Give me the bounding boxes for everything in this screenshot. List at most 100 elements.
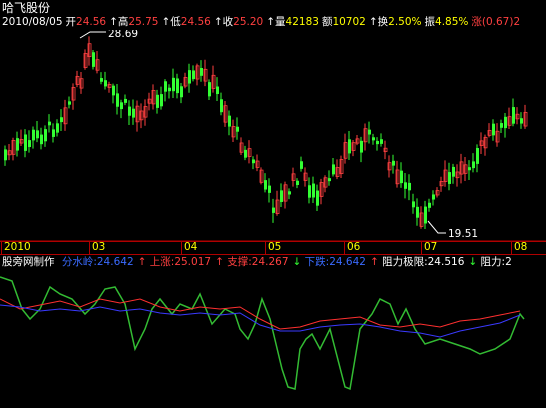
candle-body — [112, 85, 115, 96]
candle-body — [40, 134, 43, 145]
low-label: 低 — [170, 16, 181, 28]
candle-body — [312, 183, 315, 198]
candle-body — [424, 206, 427, 224]
candle-body — [60, 117, 63, 123]
candle-body — [24, 134, 27, 151]
candle-body — [412, 201, 415, 208]
candle-body — [400, 170, 403, 184]
candle-body — [264, 180, 267, 190]
candle-body — [428, 202, 431, 208]
x-axis-label: 06 — [347, 241, 361, 253]
candle-body — [492, 123, 495, 136]
candle-body — [208, 82, 211, 97]
candle-body — [404, 182, 407, 189]
up-arrow-icon: ↑ — [161, 16, 171, 28]
candle-body — [380, 139, 383, 144]
up-arrow-icon: ↑ — [368, 16, 378, 28]
volume-value: 42183 — [285, 16, 319, 28]
change-label: 涨 — [471, 16, 482, 28]
stock-title: 哈飞股份 — [2, 1, 50, 15]
candle-body — [56, 123, 59, 133]
x-axis-label: 08 — [514, 241, 528, 253]
candle-body — [272, 207, 275, 213]
indicator-item-resistance: 阻力:2 — [480, 256, 512, 268]
amount-label: 额 — [321, 16, 333, 28]
candle-body — [168, 87, 171, 92]
candle-body — [28, 140, 31, 148]
indicator-chart[interactable] — [0, 269, 546, 408]
candles-group — [4, 36, 528, 229]
indicator-item-support: 支撑:24.267 — [227, 256, 289, 268]
candlestick-chart[interactable]: 28.69 19.51 — [0, 30, 546, 242]
candle-body — [268, 185, 271, 193]
candle-body — [236, 126, 239, 132]
quote-info-bar: 2010/08/05 开24.56 ↑高25.75 ↑低24.56 ↑收25.20 ↑量4… — [2, 16, 523, 28]
candle-body — [68, 101, 71, 105]
candle-body — [504, 116, 507, 129]
candle-body — [172, 77, 175, 92]
candle-body — [116, 93, 119, 107]
up-arrow-icon: ↑ — [137, 256, 147, 268]
open-value: 24.56 — [76, 16, 107, 28]
candle-body — [244, 149, 247, 158]
amplitude-value: 4.85% — [435, 16, 469, 28]
up-arrow-icon: ↑ — [215, 256, 224, 268]
candle-body — [348, 139, 351, 154]
up-arrow-icon: ↑ — [369, 256, 379, 268]
candle-body — [32, 129, 35, 141]
candle-body — [372, 137, 375, 141]
open-label: 开 — [65, 16, 77, 28]
candle-body — [128, 106, 131, 116]
x-axis-tick — [511, 241, 512, 255]
candle-body — [132, 108, 135, 118]
candle-body — [160, 94, 163, 107]
turnover-value: 2.50% — [388, 16, 422, 28]
up-arrow-icon: ↑ — [266, 16, 276, 28]
turnover-label: 换 — [377, 16, 389, 28]
candle-body — [308, 185, 311, 198]
candle-body — [92, 52, 95, 67]
high-value: 25.75 — [128, 16, 159, 28]
candle-body — [448, 172, 451, 184]
candle-body — [472, 161, 475, 169]
candle-body — [180, 86, 183, 98]
up-arrow-icon: ↑ — [109, 16, 118, 28]
change-value: (0.67)2 — [481, 16, 521, 28]
down-arrow-icon: ↓ — [292, 256, 302, 268]
candle-body — [16, 138, 19, 151]
x-axis-tick — [1, 241, 2, 255]
candle-body — [360, 140, 363, 153]
up-arrow-icon: ↑ — [213, 16, 223, 28]
candle-body — [432, 194, 435, 200]
close-label: 收 — [222, 16, 234, 28]
candle-body — [520, 118, 523, 124]
candle-body — [476, 148, 479, 164]
candle-body — [392, 160, 395, 166]
candle-body — [288, 191, 291, 195]
candle-body — [332, 164, 335, 175]
candle-body — [512, 107, 515, 124]
indicator-header: 股旁网制作 分水岭:24.642 ↑ 上涨:25.017 ↑ 支撑:24.267 ↓ … — [2, 256, 516, 268]
x-axis-label: 2010 — [4, 241, 31, 253]
high-marker-label: 28.69 — [108, 30, 138, 40]
indicator-item-watershed: 分水岭:24.642 — [61, 256, 134, 268]
candle-body — [408, 182, 411, 191]
candle-body — [44, 129, 47, 142]
low-marker: 19.51 — [427, 220, 478, 240]
candle-body — [328, 178, 331, 182]
indicator-item-fall: 下跌:24.642 — [304, 256, 366, 268]
candle-body — [368, 129, 371, 135]
candle-body — [156, 94, 159, 108]
amplitude-label: 振 — [424, 16, 436, 28]
stock-name: 哈飞股份 — [2, 1, 51, 15]
candle-body — [176, 78, 179, 94]
x-axis-tick — [181, 241, 182, 255]
x-axis: 2010 03 04 05 06 07 08 — [0, 241, 546, 255]
amount-value: 10702 — [332, 16, 366, 28]
candle-body — [192, 70, 195, 80]
candle-body — [200, 67, 203, 76]
candle-body — [452, 166, 455, 177]
x-axis-tick — [421, 241, 422, 255]
x-axis-label: 05 — [268, 241, 282, 253]
low-marker-label: 19.51 — [448, 228, 478, 240]
